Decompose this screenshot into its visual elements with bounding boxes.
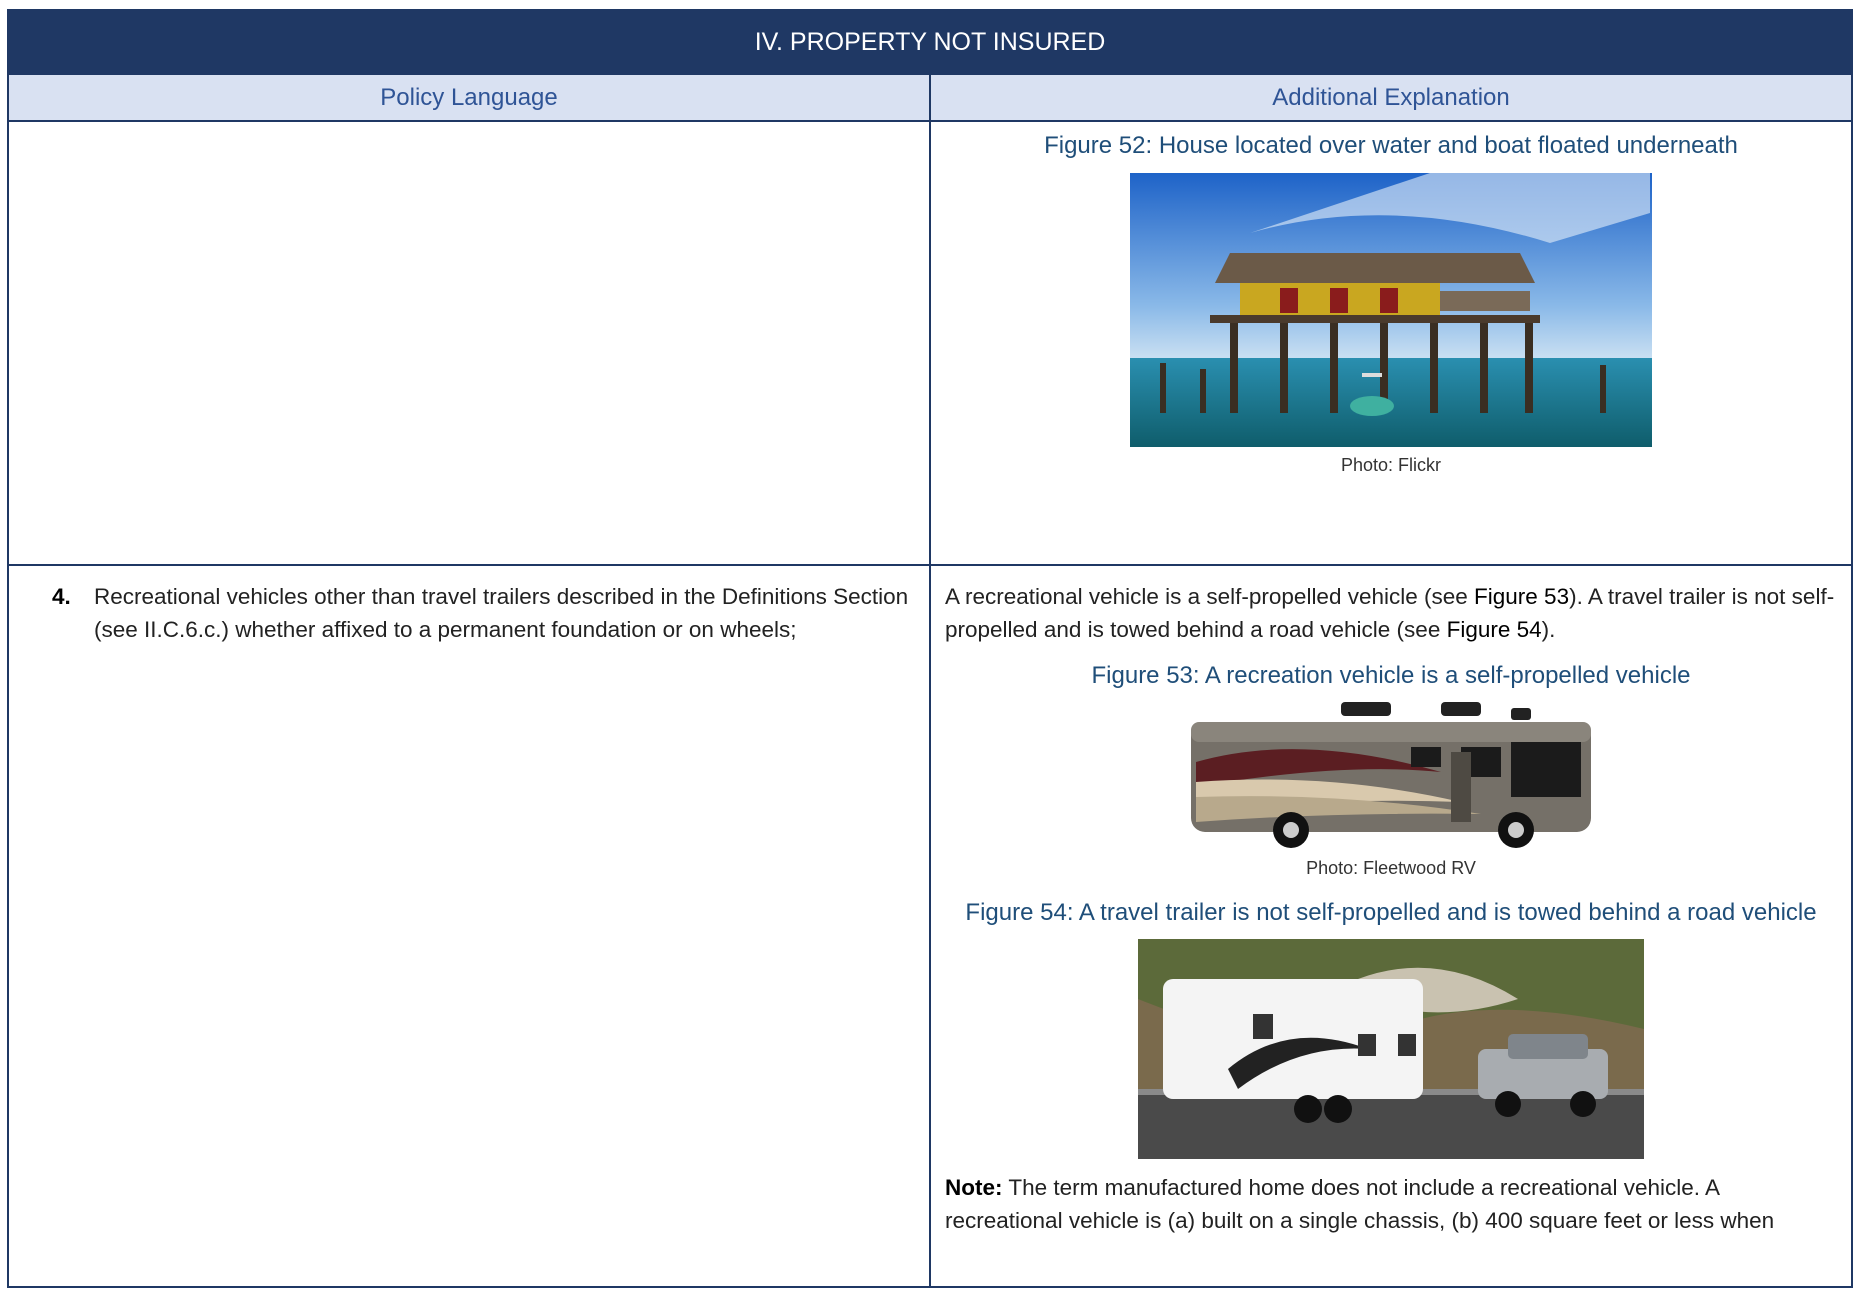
manufactured-home-note: Note: The term manufactured home does no…: [931, 1159, 1851, 1237]
figure-54-caption: Figure 54: A travel trailer is not self-…: [965, 899, 1817, 926]
column-header-additional-explanation: Additional Explanation: [929, 73, 1853, 122]
figure-52-caption: Figure 52: House located over water and …: [1044, 132, 1738, 159]
note-label: Note:: [945, 1175, 1003, 1200]
explanation-text-1: A recreational vehicle is a self-propell…: [945, 584, 1475, 609]
policy-list-item: 4. Recreational vehicles other than trav…: [9, 566, 929, 646]
house-over-water-photo: [1130, 173, 1652, 447]
explanation-text-3: ).: [1541, 617, 1556, 642]
explanation-cell-figure52: Figure 52: House located over water and …: [929, 120, 1853, 566]
travel-trailer-photo: [1138, 939, 1644, 1159]
figure-53-caption: Figure 53: A recreation vehicle is a sel…: [1091, 662, 1691, 689]
list-item-number: 4.: [52, 584, 71, 609]
figure-54-reference: Figure 54: [1446, 617, 1542, 642]
figure-52-photo-credit: Photo: Flickr: [1340, 455, 1442, 475]
figure-53-reference: Figure 53: [1474, 584, 1570, 609]
figure-53-photo-credit: Photo: Fleetwood RV: [1306, 858, 1476, 878]
list-item-text: Recreational vehicles other than travel …: [94, 584, 909, 642]
recreational-vehicle-photo: [1191, 702, 1591, 848]
policy-cell-item-4: 4. Recreational vehicles other than trav…: [7, 564, 931, 1288]
document-page: IV. PROPERTY NOT INSURED Policy Language…: [0, 0, 1853, 1289]
policy-cell-empty: [7, 120, 931, 566]
property-not-insured-table: IV. PROPERTY NOT INSURED Policy Language…: [7, 9, 1853, 1288]
recreational-vehicle-explanation: A recreational vehicle is a self-propell…: [931, 566, 1851, 646]
column-header-policy-language: Policy Language: [7, 73, 931, 122]
explanation-cell-item-4: A recreational vehicle is a self-propell…: [929, 564, 1853, 1288]
table-title: IV. PROPERTY NOT INSURED: [7, 9, 1853, 75]
note-text: The term manufactured home does not incl…: [945, 1175, 1775, 1233]
